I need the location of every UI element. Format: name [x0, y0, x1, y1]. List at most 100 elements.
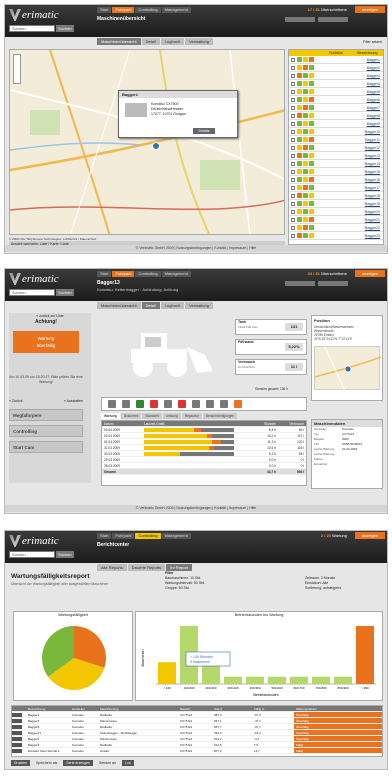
row-checkbox[interactable] [291, 185, 295, 190]
tab-controlling[interactable]: Controlling [135, 271, 161, 277]
vehicle-name-link[interactable]: Bagger6 [367, 98, 380, 102]
prev-link[interactable]: « Zurück [9, 399, 23, 403]
next-link[interactable]: » Ausstatten [64, 399, 83, 403]
vehicle-name-link[interactable]: Bagger5 [367, 90, 380, 94]
lock-icon[interactable] [122, 400, 130, 408]
tab-reparatur[interactable]: Reparatur [181, 413, 202, 419]
subtab-logbuch[interactable]: Logbuch [160, 302, 185, 309]
vehicle-name-link[interactable]: Bagger16 [365, 178, 380, 182]
map-view[interactable]: Bagger1 Komatsu CX7500 Deutschland/Hesse… [9, 49, 285, 235]
vehicle-name-link[interactable]: Bagger9 [367, 122, 380, 126]
row-checkbox[interactable] [291, 201, 295, 206]
search-input[interactable]: Suchen [9, 289, 55, 296]
tab-management[interactable]: Management [161, 7, 191, 13]
filter-link[interactable]: Filter setzen [288, 40, 384, 46]
row-checkbox[interactable] [291, 121, 295, 126]
zoom-control[interactable] [13, 54, 21, 84]
table-row[interactable]: Dreisatz Steel Sehrde k Komatsu Grader CX75… [12, 748, 382, 754]
vehicle-row[interactable]: Bagger13 [289, 152, 383, 160]
vehicle-name-link[interactable]: Bagger4 [367, 82, 380, 86]
vehicle-row[interactable]: Bagger4 [289, 80, 383, 88]
tools-icon[interactable] [220, 400, 228, 408]
row-checkbox[interactable] [291, 169, 295, 174]
vehicle-row[interactable]: Bagger5 [289, 88, 383, 96]
vehicle-name-link[interactable]: Bagger1 [367, 58, 380, 62]
tab-wartung[interactable]: Wartung [101, 413, 120, 419]
go-button[interactable]: Los [121, 760, 134, 766]
nav-button-start-cam[interactable]: Start Cam [9, 441, 83, 453]
nav-button-1[interactable]: Megfaforpere [9, 409, 83, 421]
vehicle-row[interactable]: Bagger12 [289, 144, 383, 152]
back-link[interactable]: « zurück zur Liste [9, 313, 91, 318]
vehicle-row[interactable]: Bagger8 [289, 112, 383, 120]
dropdown-2[interactable] [318, 17, 348, 22]
vehicle-name-link[interactable]: Bagger22 [365, 226, 380, 230]
subtab-detail[interactable]: Detail [141, 38, 160, 45]
anzeigen-button[interactable]: anzeigen [355, 270, 385, 277]
vehicle-row[interactable]: Bagger21 [289, 216, 383, 224]
tab-management[interactable]: Management [161, 533, 191, 539]
vehicle-name-link[interactable]: Bagger18 [365, 194, 380, 198]
temperature-icon[interactable] [150, 400, 158, 408]
tab-fuhrpark[interactable]: Fuhrpark [112, 271, 135, 277]
tab-dokument[interactable]: Dokument [120, 413, 142, 419]
search-button[interactable]: Suchen [56, 289, 74, 296]
row-checkbox[interactable] [291, 177, 295, 182]
search-button[interactable]: Suchen [56, 551, 74, 558]
signal-icon[interactable] [206, 400, 214, 408]
row-checkbox[interactable] [291, 97, 295, 102]
status-ok-icon[interactable] [136, 400, 144, 408]
anzeigen-button[interactable]: anzeigen [355, 6, 385, 13]
bar[interactable] [246, 676, 264, 684]
dropdown-1[interactable] [285, 281, 315, 286]
vehicle-row[interactable]: Bagger11 [289, 136, 383, 144]
vehicle-name-link[interactable]: Bagger10 [365, 130, 380, 134]
tab-start[interactable]: Start [97, 533, 112, 539]
vehicle-name-link[interactable]: Bagger8 [367, 114, 380, 118]
vehicle-row[interactable]: Bagger17 [289, 184, 383, 192]
bar[interactable] [312, 676, 330, 684]
search-input[interactable]: Suchen [9, 551, 55, 558]
row-checkbox[interactable] [291, 57, 295, 62]
subtab-detail[interactable]: Detail [141, 302, 160, 309]
vehicle-name-link[interactable]: Bagger2 [367, 66, 380, 70]
maintenance-overdue-button[interactable]: Wartung überfällig [13, 331, 79, 353]
dropdown-2[interactable] [318, 281, 348, 286]
row-checkbox[interactable] [291, 225, 295, 230]
tab-fuhrpark[interactable]: Fuhrpark [112, 533, 135, 539]
subtab-uebersicht[interactable]: Maschinenübersicht [97, 38, 141, 45]
subtab-alle-reports[interactable]: Alle Reports [97, 564, 127, 571]
row-checkbox[interactable] [291, 105, 295, 110]
vehicle-row[interactable]: Bagger6 [289, 96, 383, 104]
vehicle-name-link[interactable]: Bagger15 [365, 170, 380, 174]
tab-leistung[interactable]: Leistung [162, 413, 181, 419]
bar[interactable] [224, 676, 242, 684]
light-icon[interactable] [192, 400, 200, 408]
vehicle-row[interactable]: Bagger15 [289, 168, 383, 176]
vehicle-row[interactable]: Bagger19 [289, 200, 383, 208]
bar[interactable] [356, 626, 374, 684]
tab-start[interactable]: Start [97, 7, 112, 13]
tab-benachrichtigungen[interactable]: Benachrichtigungen [202, 413, 238, 419]
bar[interactable] [158, 662, 176, 684]
vehicle-row[interactable]: Bagger7 [289, 104, 383, 112]
row-checkbox[interactable] [291, 65, 295, 70]
vehicle-name-link[interactable]: Bagger3 [367, 74, 380, 78]
row-checkbox[interactable] [291, 73, 295, 78]
row-checkbox[interactable] [291, 89, 295, 94]
row-checkbox[interactable] [291, 193, 295, 198]
row-checkbox[interactable] [291, 145, 295, 150]
dropdown-1[interactable] [285, 17, 315, 22]
row-checkbox[interactable] [291, 209, 295, 214]
vehicle-name-link[interactable]: Bagger13 [365, 154, 380, 158]
vehicle-name-link[interactable]: Bagger23 [365, 234, 380, 238]
vehicle-name-link[interactable]: Bagger7 [367, 106, 380, 110]
clock-icon[interactable] [178, 400, 186, 408]
vehicle-row[interactable]: Bagger1 [289, 56, 383, 64]
nav-button-controlling[interactable]: Controlling [9, 425, 83, 437]
subtab-uebersicht[interactable]: Maschinenübersicht [97, 302, 141, 309]
vehicle-name-link[interactable]: Bagger14 [365, 162, 380, 166]
vehicle-row[interactable]: Bagger9 [289, 120, 383, 128]
row-checkbox[interactable] [291, 81, 295, 86]
details-button[interactable]: Details [193, 128, 215, 134]
